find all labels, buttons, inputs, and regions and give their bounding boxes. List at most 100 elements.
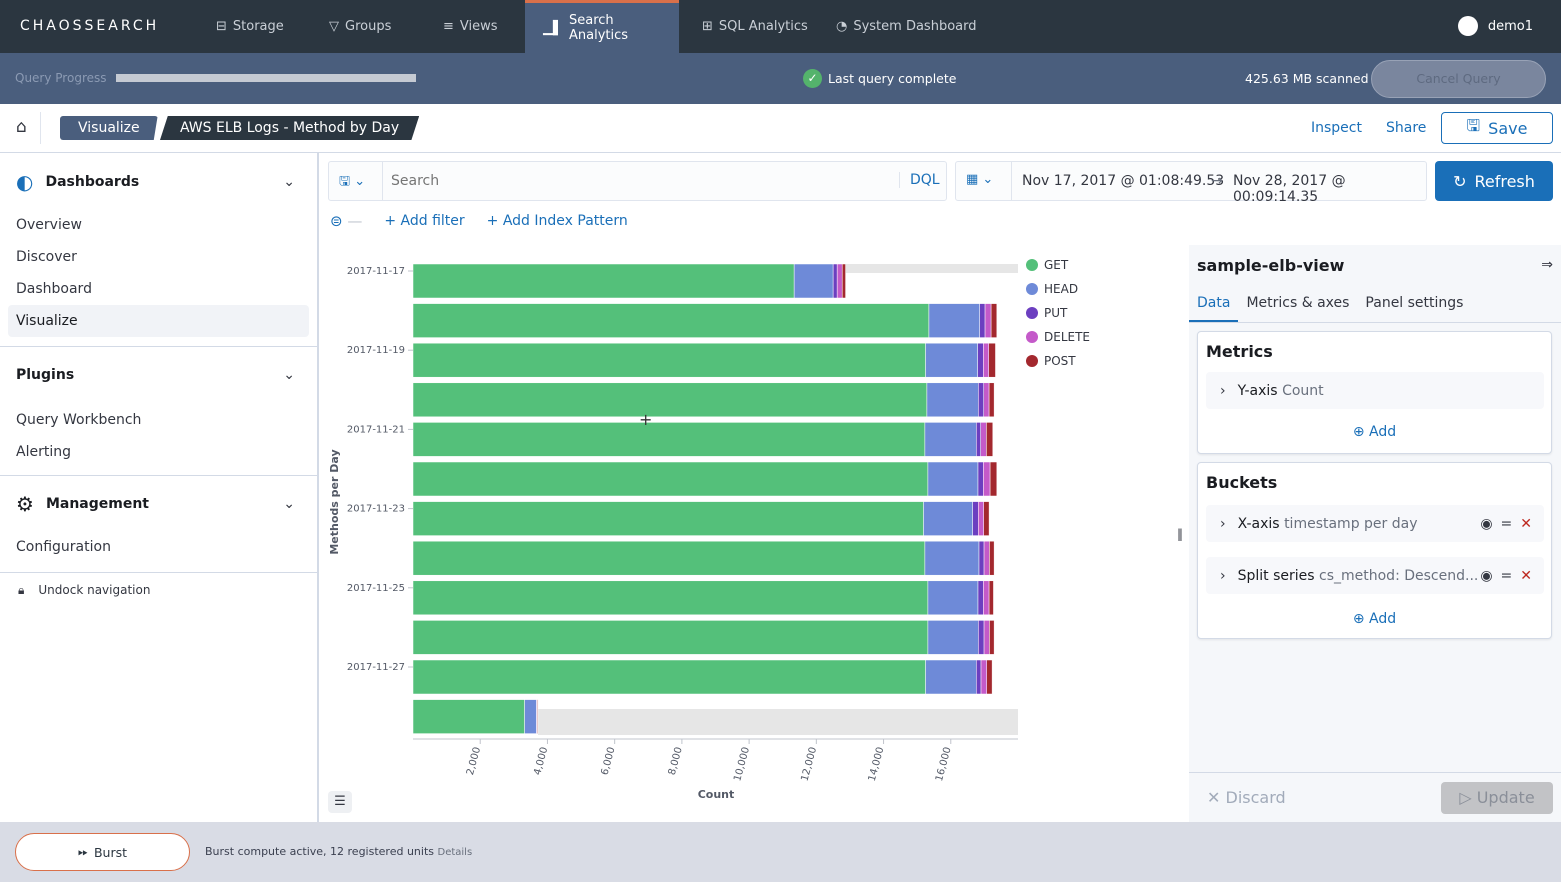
save-button[interactable]: 🖫 Save (1441, 112, 1553, 144)
add-filter-button[interactable]: + Add filter (384, 213, 464, 229)
x-tick-label: 6,000 (600, 746, 618, 777)
add-index-pattern-button[interactable]: + Add Index Pattern (487, 213, 628, 229)
discard-button[interactable]: ✕ Discard (1207, 788, 1286, 807)
bar-segment-get (412, 699, 525, 734)
nav-storage[interactable]: ⊟ Storage (198, 0, 302, 53)
bar-segment-head (925, 342, 978, 378)
burst-status-text: Burst compute active, 12 registered unit… (205, 845, 434, 858)
burst-button[interactable]: ⏩︎ Burst (15, 833, 190, 871)
storage-icon: ⊟ (216, 19, 227, 34)
legend-swatch-head (1026, 283, 1038, 295)
bar-segment-delete (983, 461, 991, 497)
sidebar-item-discover[interactable]: Discover (0, 241, 317, 273)
start-date[interactable]: Nov 17, 2017 @ 01:08:49.53 (1022, 173, 1224, 189)
add-metric-button[interactable]: ⊕ Add (1198, 424, 1551, 440)
progress-track (116, 74, 416, 82)
fast-forward-icon: ⏩︎ (77, 844, 88, 859)
top-navigation: CHAOSSEARCH ⊟ Storage ▽ Groups ≡ Views ▁▌ Se… (0, 0, 1561, 53)
status-text: Last query complete (828, 71, 957, 86)
bar-segment-delete (983, 382, 990, 418)
metric-y-axis[interactable]: › Y-axis Count (1206, 372, 1544, 409)
close-icon[interactable]: ✕ (1520, 568, 1532, 584)
update-button[interactable]: ▷ Update (1441, 782, 1553, 814)
share-link[interactable]: Share (1386, 120, 1426, 136)
y-tick-label: 2017-11-19 (347, 345, 405, 356)
bucket-split-series[interactable]: › Split series cs_method: Descend... ◉ = ✕ (1206, 557, 1544, 594)
bar-segment-get (412, 540, 926, 576)
breadcrumb-visualize[interactable]: Visualize (60, 116, 158, 140)
chevron-right-icon: › (1220, 515, 1226, 532)
inspect-link[interactable]: Inspect (1311, 120, 1362, 136)
lock-icon: 🔒︎ (18, 583, 25, 597)
nav-sql-analytics[interactable]: ⊞ SQL Analytics (684, 0, 826, 53)
tab-metrics-axes[interactable]: Metrics & axes (1238, 291, 1357, 322)
legend-toggle-icon[interactable]: ☰ (328, 791, 352, 813)
add-label: Add (1369, 424, 1397, 440)
divider (1189, 772, 1561, 773)
bar-segment-post (986, 659, 993, 695)
drag-handle-icon[interactable]: = (1501, 568, 1513, 584)
legend-item-delete: DELETE (1044, 330, 1090, 344)
sidebar-item-query-workbench[interactable]: Query Workbench (0, 404, 317, 436)
row-label: X-axis (1237, 515, 1280, 532)
eye-icon[interactable]: ◉ (1480, 568, 1492, 584)
close-icon[interactable]: ✕ (1520, 516, 1532, 532)
chart-area: 2017-11-17 2017-11-19 2017-11-21 2017-11-23… (322, 245, 1183, 822)
dql-button[interactable]: DQL (899, 172, 940, 188)
home-icon[interactable]: ⌂ (16, 117, 27, 137)
cursor-crosshair-icon: + (639, 410, 652, 429)
add-bucket-button[interactable]: ⊕ Add (1198, 611, 1551, 627)
sidebar-section-dashboards[interactable]: ◐ Dashboards ⌄ (0, 167, 317, 197)
filter-options-icon[interactable]: ⊜ — (330, 212, 362, 230)
panel-tabs: Data Metrics & axes Panel settings (1189, 291, 1561, 323)
sidebar-item-visualize[interactable]: Visualize (8, 305, 309, 337)
end-date[interactable]: Nov 28, 2017 @ 00:09:14.35 (1233, 173, 1426, 205)
bar-segment-get (412, 303, 930, 338)
logo: CHAOSSEARCH (20, 18, 160, 34)
bar-segment-get (412, 263, 795, 299)
calendar-icon[interactable]: ▦ ⌄ (966, 172, 993, 187)
eye-icon[interactable]: ◉ (1480, 516, 1492, 532)
bar-segment-put (977, 342, 984, 378)
bar-segment-delete (980, 659, 987, 695)
nav-groups[interactable]: ▽ Groups (311, 0, 409, 53)
save-label: Save (1488, 118, 1528, 138)
breadcrumb-bar: ⌂ Visualize AWS ELB Logs - Method by Day… (0, 104, 1561, 153)
plus-circle-icon: ⊕ (1352, 611, 1365, 627)
nav-system-dashboard[interactable]: ◔ System Dashboard (818, 0, 994, 53)
sidebar-section-management[interactable]: ⚙ Management ⌄ (0, 489, 317, 519)
refresh-button[interactable]: ↻ Refresh (1435, 161, 1553, 201)
bar-segment-put (978, 620, 985, 655)
bar-segment-put (977, 461, 984, 497)
collapse-panel-icon[interactable]: ⇒ (1541, 257, 1553, 273)
row-value: Count (1282, 382, 1324, 399)
sidebar-item-configuration[interactable]: Configuration (0, 531, 317, 563)
details-link[interactable]: Details (438, 847, 473, 858)
sidebar: ◐ Dashboards ⌄ Overview Discover Dashboard… (0, 153, 319, 822)
sidebar-item-alerting[interactable]: Alerting (0, 436, 317, 468)
tab-data[interactable]: Data (1189, 291, 1239, 322)
sidebar-item-overview[interactable]: Overview (0, 209, 317, 241)
sidebar-item-dashboard[interactable]: Dashboard (0, 273, 317, 305)
refresh-label: Refresh (1474, 171, 1535, 191)
nav-views[interactable]: ≡ Views (425, 0, 516, 53)
undock-navigation[interactable]: 🔒︎ Undock navigation (0, 583, 317, 598)
resize-handle[interactable]: ‖ (1177, 527, 1183, 541)
x-axis-title: Count (698, 788, 735, 801)
search-input[interactable] (383, 162, 899, 200)
tab-panel-settings[interactable]: Panel settings (1357, 291, 1471, 322)
bucket-x-axis[interactable]: › X-axis timestamp per day ◉ = ✕ (1206, 505, 1544, 542)
user-menu[interactable]: demo1 (1457, 16, 1533, 36)
drag-handle-icon[interactable]: = (1501, 516, 1513, 532)
saved-query-icon[interactable]: 🖫 ⌄ (339, 172, 365, 194)
x-tick-label: 4,000 (532, 746, 550, 777)
table-icon: ⊞ (702, 19, 713, 34)
nav-search-analytics[interactable]: ▁▌ Search Analytics (525, 0, 679, 53)
sidebar-section-plugins[interactable]: Plugins ⌄ (0, 360, 317, 390)
dashboards-logo-icon: ◐ (16, 170, 34, 194)
query-progress-bar: Query Progress ✓ Last query complete 425.… (0, 53, 1561, 104)
gear-icon: ⚙ (16, 492, 34, 516)
user-icon (1457, 16, 1478, 36)
arrow-right-icon: → (1211, 173, 1223, 189)
cancel-query-button[interactable]: Cancel Query (1371, 60, 1546, 98)
